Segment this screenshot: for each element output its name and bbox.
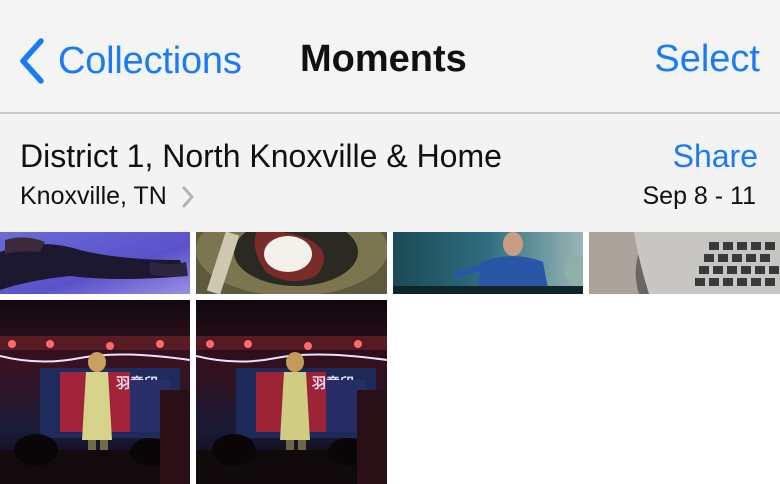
moment-location-link[interactable]: Knoxville, TN	[20, 182, 195, 211]
photo-singer-stage-2: 羽意印	[196, 300, 387, 484]
chevron-right-icon	[182, 186, 194, 207]
chevron-left-icon	[20, 38, 44, 84]
photo-grid: 羽意印	[0, 232, 780, 484]
back-button-label: Collections	[58, 39, 242, 82]
moment-title: District 1, North Knoxville & Home	[20, 138, 502, 174]
moment-date-range: Sep 8 - 11	[642, 182, 756, 210]
photo-thumbnail[interactable]	[196, 232, 387, 294]
photo-thumbnail[interactable]	[393, 232, 583, 294]
share-button[interactable]: Share	[673, 138, 758, 175]
select-button[interactable]: Select	[654, 38, 760, 81]
photo-thumbnail[interactable]: 羽意印	[0, 300, 190, 484]
photo-person-lying	[0, 232, 190, 294]
photo-food-bowl	[196, 232, 387, 294]
navigation-bar: Collections Moments Select	[0, 0, 780, 114]
moment-header: District 1, North Knoxville & Home Knoxv…	[0, 114, 780, 232]
back-button[interactable]: Collections	[16, 36, 242, 86]
photo-thumbnail[interactable]	[0, 232, 190, 294]
photo-thumbnail[interactable]	[589, 232, 780, 294]
photo-laptop-keyboard	[589, 232, 780, 294]
page-title: Moments	[300, 38, 467, 80]
photo-presenter-stage	[393, 232, 583, 294]
photo-thumbnail[interactable]: 羽意印	[196, 300, 387, 484]
photo-singer-stage-1: 羽意印	[0, 300, 190, 484]
moment-location-label: Knoxville, TN	[20, 182, 167, 210]
